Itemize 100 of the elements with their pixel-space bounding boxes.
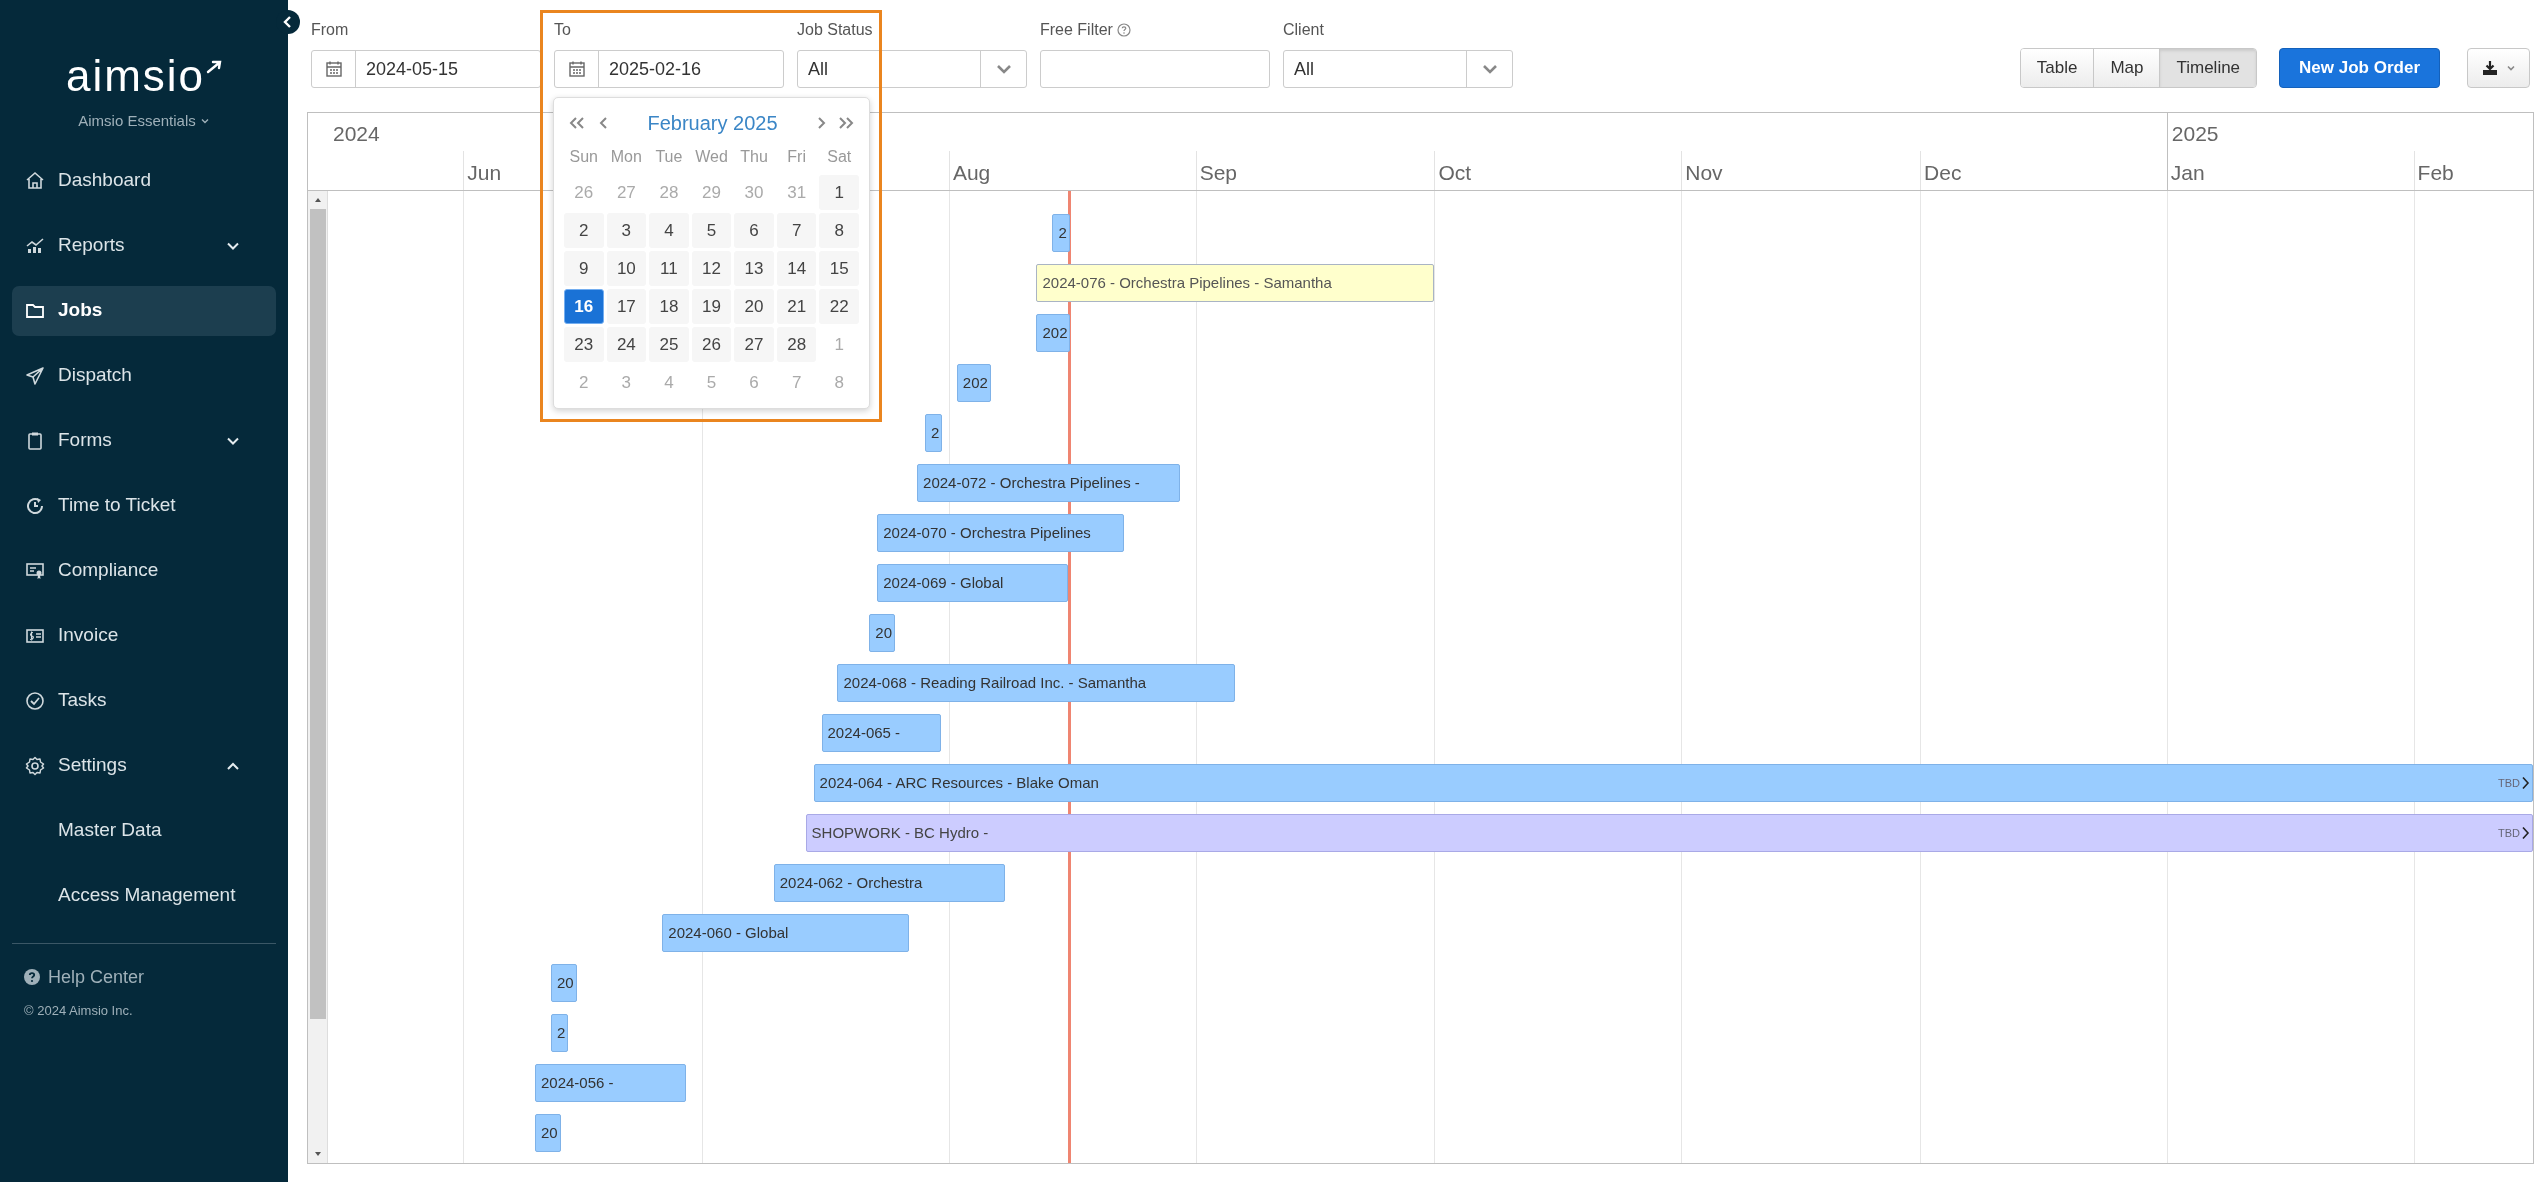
- download-button[interactable]: [2467, 48, 2530, 88]
- field-label: To: [554, 20, 571, 40]
- calendar-day[interactable]: 21: [776, 289, 817, 324]
- bar-label: 2: [1058, 222, 1067, 243]
- help-center-link[interactable]: Help Center: [24, 963, 264, 991]
- job-bar[interactable]: 20: [534, 1114, 561, 1152]
- nav-item[interactable]: Compliance: [12, 545, 276, 596]
- job-bar[interactable]: 20: [550, 964, 577, 1002]
- double-chevron-left-icon[interactable]: [568, 115, 586, 131]
- bar-label: 2024-065 -: [827, 722, 901, 743]
- job-bar[interactable]: 2024-070 - Orchestra Pipelines: [877, 514, 1124, 552]
- job-bar[interactable]: 2024-062 - Orchestra: [773, 864, 1005, 902]
- double-chevron-right-icon[interactable]: [837, 115, 855, 131]
- dropdown-field[interactable]: All: [797, 50, 1027, 88]
- view-tab[interactable]: Table: [2020, 49, 2094, 87]
- job-bar[interactable]: 2024-064 - ARC Resources - Blake Oman TBD: [813, 764, 2533, 802]
- paper-plane-icon: [25, 365, 45, 386]
- calendar-day[interactable]: 19: [691, 289, 732, 324]
- calendar-day[interactable]: 10: [606, 251, 647, 286]
- calendar-day[interactable]: 12: [691, 251, 732, 286]
- shopwork-bar[interactable]: SHOPWORK - BC Hydro - TBD: [805, 814, 2533, 852]
- calendar-title[interactable]: February 2025: [610, 108, 815, 138]
- view-tab[interactable]: Timeline: [2159, 49, 2257, 87]
- job-bar[interactable]: 2: [1052, 214, 1070, 252]
- year-label: 2025: [2170, 121, 2219, 147]
- job-bar[interactable]: 2: [925, 414, 943, 452]
- calendar-day[interactable]: 11: [649, 251, 689, 286]
- chevron-right-icon[interactable]: [815, 115, 827, 131]
- weekday-label: Thu: [739, 147, 769, 167]
- copyright: © 2024 Aimsio Inc.: [24, 1001, 134, 1020]
- job-bar[interactable]: 2: [550, 1014, 569, 1052]
- calendar-day[interactable]: 15: [819, 251, 859, 286]
- nav-item[interactable]: Invoice: [12, 610, 276, 661]
- end-label: TBD: [2498, 775, 2520, 791]
- calendar-day[interactable]: 22: [819, 289, 859, 324]
- calendar-day[interactable]: 25: [649, 327, 689, 362]
- calendar-day[interactable]: 20: [734, 289, 774, 324]
- month-label: Oct: [1437, 160, 1472, 186]
- nav-item[interactable]: Jobs: [12, 285, 276, 336]
- calendar-day[interactable]: 23: [564, 327, 604, 362]
- bar-chart-icon: [25, 235, 45, 256]
- calendar-day[interactable]: 2: [564, 213, 604, 248]
- job-bar[interactable]: 2024-072 - Orchestra Pipelines -: [917, 464, 1180, 502]
- calendar-day[interactable]: 28: [776, 327, 817, 362]
- nav-item[interactable]: Forms: [12, 415, 276, 466]
- month-label: Sep: [1198, 160, 1238, 186]
- clipboard-icon: [25, 430, 45, 451]
- logo-arrow-icon: [206, 60, 223, 74]
- job-bar[interactable]: 2024-065 -: [821, 714, 941, 752]
- nav-item[interactable]: Settings: [12, 740, 276, 791]
- download-icon: [2481, 60, 2498, 76]
- calendar-icon: [567, 60, 586, 78]
- calendar-day[interactable]: 26: [691, 327, 732, 362]
- nav-subitem[interactable]: Master Data: [12, 805, 276, 856]
- bar-label: SHOPWORK - BC Hydro -: [811, 822, 989, 843]
- date-field[interactable]: 2024-05-15: [311, 50, 541, 88]
- calendar-day[interactable]: 1: [819, 175, 859, 210]
- calendar-day[interactable]: 18: [649, 289, 689, 324]
- view-tab[interactable]: Map: [2093, 49, 2160, 87]
- weekday-label: Tue: [654, 147, 684, 167]
- job-bar[interactable]: 2024-056 -: [534, 1064, 687, 1102]
- calendar-day[interactable]: 9: [564, 251, 604, 286]
- job-bar[interactable]: 2024-060 - Global: [662, 914, 910, 952]
- job-bar[interactable]: 2024-076 - Orchestra Pipelines - Samantha: [1036, 264, 1435, 302]
- calendar-day[interactable]: 8: [819, 213, 859, 248]
- nav-item[interactable]: Time to Ticket: [12, 480, 276, 531]
- new-job-order-button[interactable]: New Job Order: [2279, 48, 2440, 88]
- job-bar[interactable]: 2024-068 - Reading Railroad Inc. - Samantha: [837, 664, 1236, 702]
- free-filter-field[interactable]: [1040, 50, 1270, 88]
- nav-item[interactable]: Reports: [12, 220, 276, 271]
- calendar-day[interactable]: 17: [606, 289, 647, 324]
- check-circle-icon: [25, 690, 45, 711]
- dropdown-field[interactable]: All: [1283, 50, 1513, 88]
- calendar-day[interactable]: 3: [606, 213, 647, 248]
- calendar-day[interactable]: 27: [734, 327, 774, 362]
- clock-icon: [25, 495, 45, 516]
- calendar-day[interactable]: 13: [734, 251, 774, 286]
- date-field[interactable]: 2025-02-16: [554, 50, 784, 88]
- bar-label: 2024-068 - Reading Railroad Inc. - Samantha: [843, 672, 1147, 693]
- nav-item[interactable]: Tasks: [12, 675, 276, 726]
- calendar-day[interactable]: 16: [564, 289, 604, 324]
- calendar-day[interactable]: 7: [776, 213, 817, 248]
- calendar-day[interactable]: 24: [606, 327, 647, 362]
- bar-label: 2024-076 - Orchestra Pipelines - Samantha: [1042, 272, 1332, 293]
- nav-item[interactable]: Dispatch: [12, 350, 276, 401]
- job-bar[interactable]: 202: [1036, 314, 1071, 352]
- calendar-day[interactable]: 4: [649, 213, 689, 248]
- job-bar[interactable]: 20: [869, 614, 895, 652]
- field-label: Free Filter: [1040, 20, 1113, 40]
- bar-label: 2024-072 - Orchestra Pipelines -: [923, 472, 1140, 493]
- weekday-label: Sat: [826, 147, 853, 167]
- job-bar[interactable]: 2024-069 - Global: [877, 564, 1069, 602]
- calendar-day[interactable]: 6: [734, 213, 774, 248]
- chevron-left-icon[interactable]: [598, 115, 610, 131]
- nav-item[interactable]: Dashboard: [12, 155, 276, 206]
- bar-label: 2024-062 - Orchestra: [779, 872, 923, 893]
- nav-subitem[interactable]: Access Management: [12, 870, 276, 921]
- calendar-day[interactable]: 14: [776, 251, 817, 286]
- job-bar[interactable]: 202: [956, 364, 991, 402]
- calendar-day[interactable]: 5: [691, 213, 732, 248]
